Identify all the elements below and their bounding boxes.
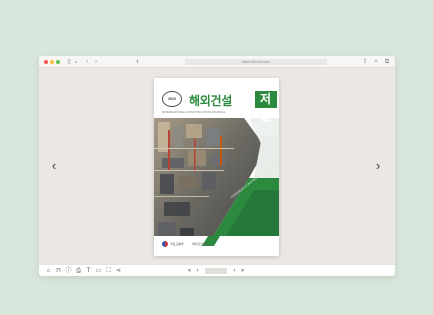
issue-badge: 2023 (162, 91, 182, 107)
toolbar-next-button[interactable]: › (231, 267, 238, 275)
back-icon[interactable]: ‹ (83, 58, 91, 66)
cover-title: 해외건설 (189, 94, 232, 108)
partner-label: 국토교통부 (170, 242, 184, 246)
chevron-down-icon[interactable]: ⌄ (72, 58, 80, 66)
print-icon[interactable]: ⎙ (75, 267, 82, 275)
browser-window: ▯ ⌄ ‹ › ◐ https://ebook.com/ ⇪ + ⧉ ‹ › 2… (39, 56, 395, 276)
text-icon[interactable]: T (85, 267, 92, 275)
page-number-input[interactable] (205, 268, 227, 274)
next-page-button[interactable]: › (373, 159, 383, 172)
cover-subtitle: INTERNATIONAL CONSTRUCTION JOURNAL (162, 110, 226, 114)
viewer-toolbar: ⌂ ⊓ ⓘ ⎙ T ▭ ⛶ ⋖ « ‹ › » (39, 264, 395, 276)
share-icon[interactable]: ⋖ (115, 267, 122, 275)
last-page-button[interactable]: » (239, 267, 246, 275)
government-emblem-icon (162, 241, 168, 247)
bookmark-icon[interactable]: ⊓ (55, 267, 62, 275)
zoom-window-button[interactable] (56, 60, 60, 64)
forward-icon[interactable]: › (92, 58, 100, 66)
ebook-viewer: ‹ › 2023 해외건설 저널 INTERNATIONAL CONSTRUCT… (39, 68, 395, 264)
cover-title-accent: 저널 (255, 91, 277, 123)
ebook-cover-page: 2023 해외건설 저널 INTERNATIONAL CONSTRUCTION … (154, 78, 279, 256)
browser-titlebar: ▯ ⌄ ‹ › ◐ https://ebook.com/ ⇪ + ⧉ (39, 56, 395, 68)
info-icon[interactable]: ⓘ (65, 267, 72, 275)
single-page-icon[interactable]: ▭ (95, 267, 102, 275)
minimize-window-button[interactable] (50, 60, 54, 64)
fullscreen-icon[interactable]: ⛶ (105, 267, 112, 275)
tabs-overview-icon[interactable]: ⧉ (383, 58, 391, 66)
address-bar[interactable]: https://ebook.com/ (185, 59, 327, 65)
publisher-label: 해외건설협회 (192, 242, 209, 246)
first-page-button[interactable]: « (186, 267, 193, 275)
prev-page-button[interactable]: ‹ (49, 159, 59, 172)
home-icon[interactable]: ⌂ (45, 267, 52, 275)
share-icon[interactable]: ⇪ (361, 58, 369, 66)
shield-icon: ◐ (136, 59, 140, 65)
new-tab-icon[interactable]: + (372, 58, 380, 66)
toolbar-prev-button[interactable]: ‹ (194, 267, 201, 275)
close-window-button[interactable] (44, 60, 48, 64)
